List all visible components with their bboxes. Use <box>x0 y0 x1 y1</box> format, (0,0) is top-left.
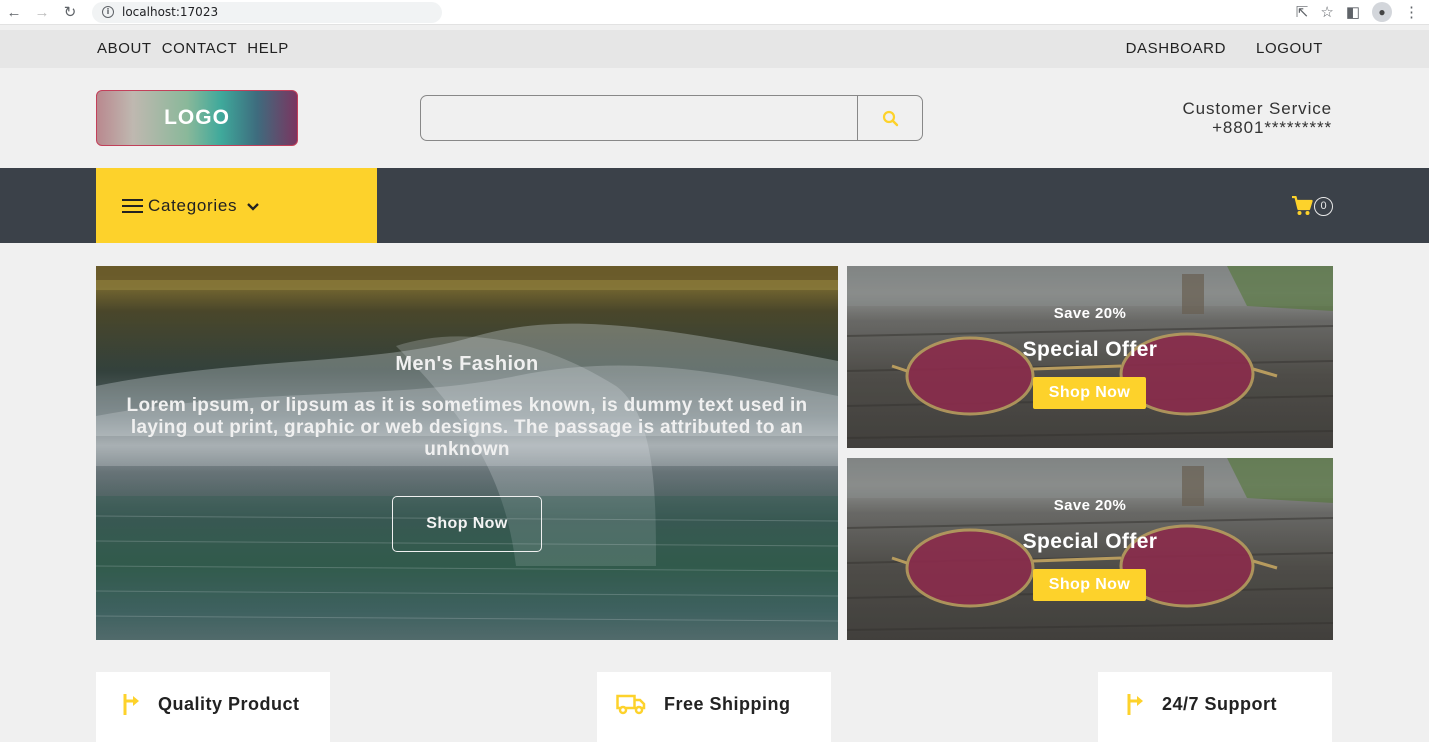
offer-shop-now-button[interactable]: Shop Now <box>1033 569 1146 601</box>
logout-link[interactable]: LOGOUT <box>1256 40 1323 57</box>
shopping-cart-icon <box>1292 196 1313 215</box>
cart-count-badge: 0 <box>1314 196 1333 216</box>
search-input[interactable] <box>421 96 857 140</box>
offer-save-label: Save 20% <box>1053 497 1127 514</box>
customer-service: Customer Service +8801********* <box>1183 99 1333 137</box>
hero-shop-now-button[interactable]: Shop Now <box>392 496 542 552</box>
categories-label: Categories <box>148 195 238 215</box>
feature-support: 24/7 Support <box>1098 672 1332 742</box>
about-link[interactable]: ABOUT <box>97 40 152 57</box>
offer-shop-now-button[interactable]: Shop Now <box>1033 377 1146 409</box>
customer-service-label: Customer Service <box>1182 99 1332 118</box>
turn-right-arrow-icon <box>1127 694 1143 715</box>
hamburger-menu-icon <box>122 198 143 213</box>
forward-icon[interactable]: → <box>28 4 56 21</box>
help-link[interactable]: HELP <box>247 40 289 57</box>
turn-right-arrow-icon <box>123 694 139 715</box>
special-offer-card: Save 20% Special Offer Shop Now <box>847 266 1333 448</box>
share-icon[interactable]: ⇱ <box>1296 3 1309 21</box>
cart-button[interactable]: 0 <box>1291 196 1333 216</box>
browser-actions: ⇱ ☆ ◧ ● ⋮ <box>1296 2 1429 22</box>
hero-banner: Men's Fashion Lorem ipsum, or lipsum as … <box>96 266 838 640</box>
bookmark-star-icon[interactable]: ☆ <box>1320 3 1333 21</box>
search-button[interactable] <box>857 96 922 140</box>
offer-save-label: Save 20% <box>1053 305 1127 322</box>
feature-label: Free Shipping <box>664 693 791 714</box>
feature-label: Quality Product <box>158 693 300 714</box>
feature-free-shipping: Free Shipping <box>597 672 831 742</box>
top-left-links: ABOUT CONTACT HELP <box>97 40 289 57</box>
search-icon <box>882 110 898 126</box>
hero-title: Men's Fashion <box>395 353 539 375</box>
site-info-icon[interactable]: i <box>102 6 114 18</box>
browser-toolbar: ← → ↻ i localhost:17023 ⇱ ☆ ◧ ● ⋮ <box>0 0 1429 25</box>
address-bar[interactable]: i localhost:17023 <box>92 1 442 23</box>
feature-quality-product: Quality Product <box>96 672 330 742</box>
site-logo[interactable]: LOGO <box>96 90 298 146</box>
top-links-bar: ABOUT CONTACT HELP DASHBOARD LOGOUT <box>0 30 1429 68</box>
hero-description: Lorem ipsum, or lipsum as it is sometime… <box>126 395 808 460</box>
contact-link[interactable]: CONTACT <box>162 40 238 57</box>
back-icon[interactable]: ← <box>0 4 28 21</box>
offer-title: Special Offer <box>1022 338 1158 361</box>
search-bar <box>420 95 923 141</box>
truck-icon <box>616 694 646 715</box>
categories-dropdown[interactable]: Categories <box>96 168 377 243</box>
chevron-down-icon <box>247 202 260 211</box>
profile-avatar-icon[interactable]: ● <box>1372 2 1392 22</box>
main-nav-bar: Categories 0 <box>0 168 1429 243</box>
customer-service-phone: +8801********* <box>1212 118 1332 137</box>
reload-icon[interactable]: ↻ <box>56 3 84 21</box>
side-panel-icon[interactable]: ◧ <box>1346 3 1360 21</box>
feature-label: 24/7 Support <box>1162 693 1278 714</box>
browser-menu-icon[interactable]: ⋮ <box>1404 3 1419 21</box>
top-right-links: DASHBOARD LOGOUT <box>1126 40 1323 57</box>
dashboard-link[interactable]: DASHBOARD <box>1126 40 1226 57</box>
url-text: localhost:17023 <box>122 5 219 19</box>
offer-title: Special Offer <box>1022 530 1158 553</box>
special-offer-card: Save 20% Special Offer Shop Now <box>847 458 1333 640</box>
